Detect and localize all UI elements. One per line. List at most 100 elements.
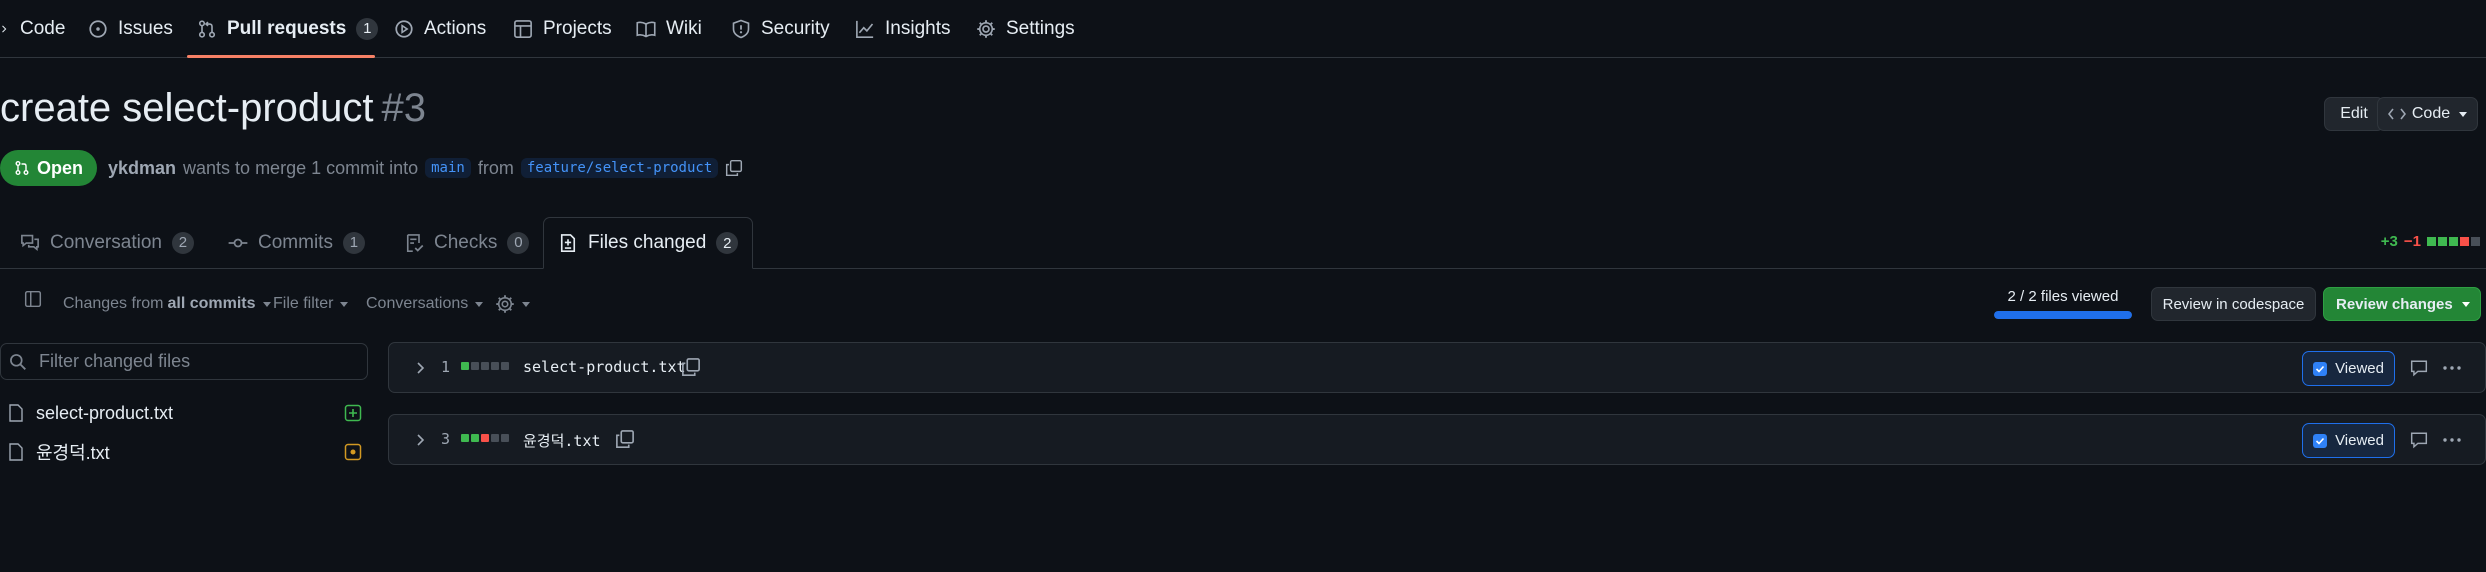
copy-icon[interactable]: [681, 357, 701, 377]
actions-icon: [395, 19, 413, 38]
nav-item-insights[interactable]: Insights: [855, 0, 950, 57]
file-filter-input[interactable]: [37, 350, 361, 373]
repo-nav: Code Issues Pull requests 1 Actions Proj…: [0, 0, 2486, 58]
pr-merge-text: wants to merge 1 commit into: [183, 157, 419, 178]
nav-active-underline: [187, 55, 375, 58]
file-tree-item[interactable]: select-product.txt: [0, 396, 362, 430]
code-button-label: Code: [2411, 105, 2451, 122]
diffstat-block: [501, 362, 509, 370]
pr-number: #3: [381, 86, 427, 130]
review-in-codespace-label: Review in codespace: [2162, 295, 2305, 313]
file-tree-item-name: select-product.txt: [36, 402, 174, 423]
file-filter-dropdown[interactable]: File filter: [273, 292, 349, 316]
page-title: create select-product #3: [0, 86, 426, 131]
pr-author-link[interactable]: ykdman: [108, 158, 176, 179]
nav-item-label: Actions: [424, 17, 487, 39]
file-diffstat-blocks: [461, 362, 509, 370]
nav-item-settings[interactable]: Settings: [976, 0, 1075, 57]
nav-item-wiki[interactable]: Wiki: [636, 0, 702, 57]
nav-item-label: Pull requests: [227, 17, 347, 39]
viewed-checkbox[interactable]: [2313, 433, 2328, 448]
base-branch[interactable]: main: [425, 158, 471, 178]
file-tree-item[interactable]: 윤경덕.txt: [0, 435, 362, 469]
nav-item-security[interactable]: Security: [731, 0, 830, 57]
tab-count: 2: [171, 231, 194, 254]
viewed-checkbox[interactable]: [2313, 361, 2328, 376]
checklist-icon: [406, 233, 424, 252]
tab-commits[interactable]: Commits 1: [214, 217, 379, 268]
head-branch[interactable]: feature/select-product: [520, 158, 719, 178]
file-diffstat-blocks: [461, 434, 509, 442]
diffstat-block: [491, 434, 499, 442]
file-filter-field[interactable]: [0, 343, 368, 380]
changes-from-value: all commits: [167, 295, 256, 312]
pr-from-text: from: [477, 157, 514, 178]
search-icon: [10, 353, 26, 370]
chevron-down-icon: [340, 301, 349, 307]
tab-label: Files changed: [588, 232, 707, 253]
diffstat-block: [471, 362, 479, 370]
diffstat-block: [461, 434, 469, 442]
changes-from-dropdown[interactable]: Changes from all commits: [63, 292, 271, 316]
diff-settings-dropdown[interactable]: [495, 292, 530, 316]
review-in-codespace-button[interactable]: Review in codespace: [2151, 287, 2316, 321]
pr-state-label: Open: [37, 157, 84, 178]
file-name-link[interactable]: select-product.txt: [523, 358, 686, 376]
chevron-down-icon: [475, 301, 484, 307]
sidebar-toggle-icon[interactable]: [24, 290, 42, 308]
diffstat-block: [471, 434, 479, 442]
kebab-horizontal-icon[interactable]: [2441, 359, 2463, 377]
tab-label: Commits: [258, 231, 333, 253]
copy-icon[interactable]: [725, 159, 743, 177]
tab-checks[interactable]: Checks 0: [390, 217, 543, 268]
file-tree-item-name: 윤경덕.txt: [36, 443, 110, 463]
file-name-link[interactable]: 윤경덕.txt: [523, 430, 601, 451]
code-icon: [2387, 108, 2406, 120]
conversations-dropdown[interactable]: Conversations: [366, 292, 484, 316]
diffstat-deletions: −1: [2403, 233, 2421, 250]
tab-count: 2: [716, 232, 739, 254]
comment-icon[interactable]: [2409, 359, 2429, 377]
edit-button-label: Edit: [2340, 105, 2368, 122]
pr-title: create select-product: [0, 86, 374, 130]
tab-conversation[interactable]: Conversation 2: [6, 217, 208, 268]
code-icon: [2, 25, 7, 32]
diffstat-block: [501, 434, 509, 442]
nav-item-actions[interactable]: Actions: [394, 0, 486, 57]
tab-label: Checks: [434, 231, 498, 253]
graph-icon: [856, 20, 874, 38]
chevron-down-icon: [262, 301, 271, 307]
viewed-toggle[interactable]: Viewed: [2302, 351, 2395, 386]
file-icon: [9, 443, 23, 461]
nav-item-pull-requests[interactable]: Pull requests 1: [197, 0, 379, 57]
review-changes-label: Review changes: [2336, 295, 2453, 313]
review-changes-button[interactable]: Review changes: [2323, 287, 2481, 321]
files-viewed-progress-fill: [1994, 311, 2132, 319]
changes-from-prefix: Changes from: [63, 295, 164, 312]
chevron-right-icon[interactable]: [415, 360, 427, 376]
pull-request-icon: [15, 161, 29, 175]
commit-icon: [228, 238, 248, 247]
nav-item-code[interactable]: Code: [0, 0, 65, 57]
file-modified-icon: [344, 443, 362, 461]
comment-icon[interactable]: [2409, 431, 2429, 449]
conversations-label: Conversations: [366, 295, 469, 312]
chevron-down-icon: [522, 301, 530, 307]
viewed-label: Viewed: [2335, 360, 2384, 377]
file-diff-header: 1 select-product.txt Viewed: [388, 342, 2486, 393]
pull-request-icon: [198, 19, 216, 38]
file-icon: [9, 404, 23, 422]
nav-item-projects[interactable]: Projects: [513, 0, 612, 57]
copy-icon[interactable]: [615, 429, 635, 449]
kebab-horizontal-icon[interactable]: [2441, 431, 2463, 449]
edit-button[interactable]: Edit: [2324, 97, 2384, 131]
diffstat-block: [2438, 237, 2447, 246]
nav-item-label: Insights: [885, 17, 951, 39]
diffstat-block: [2471, 237, 2480, 246]
nav-item-issues[interactable]: Issues: [88, 0, 173, 57]
tab-files-changed[interactable]: Files changed 2: [543, 217, 754, 269]
chevron-right-icon[interactable]: [415, 432, 427, 448]
diffstat-block: [461, 362, 469, 370]
code-button[interactable]: Code: [2377, 97, 2478, 131]
viewed-toggle[interactable]: Viewed: [2302, 423, 2395, 458]
